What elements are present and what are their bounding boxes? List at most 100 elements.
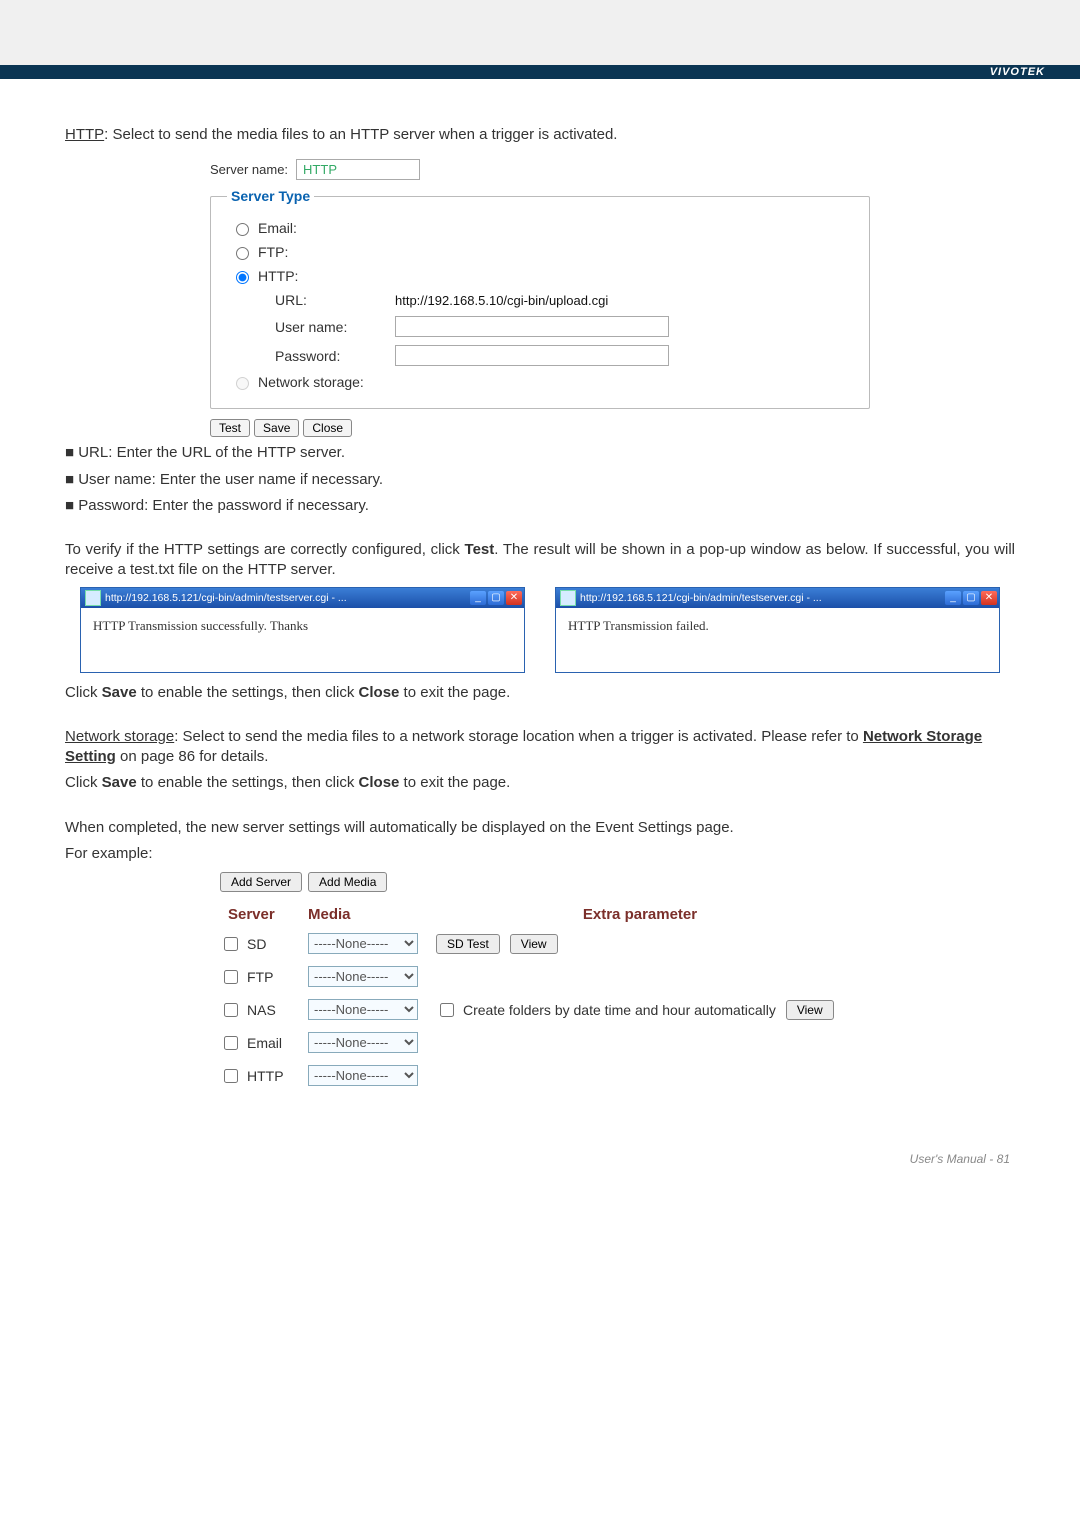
popup-success-titlebar[interactable]: http://192.168.5.121/cgi-bin/admin/tests… bbox=[81, 588, 524, 608]
bullet-url: ■ URL: Enter the URL of the HTTP server. bbox=[65, 443, 1015, 463]
add-media-button[interactable]: Add Media bbox=[308, 872, 387, 892]
password-input[interactable] bbox=[395, 345, 669, 366]
server-name-input[interactable] bbox=[296, 159, 420, 180]
page-header-spacer bbox=[0, 0, 1080, 65]
form-buttons: Test Save Close bbox=[210, 419, 870, 437]
url-label: URL: bbox=[275, 292, 367, 308]
sc-post: to exit the page. bbox=[399, 684, 510, 701]
radio-http-label: HTTP: bbox=[258, 268, 298, 284]
page-footer: User's Manual - 81 bbox=[0, 1122, 1080, 1181]
http-intro-text: : Select to send the media files to an H… bbox=[104, 126, 617, 143]
minimize-icon[interactable]: _ bbox=[945, 591, 961, 605]
http-intro: HTTP: Select to send the media files to … bbox=[65, 125, 1015, 145]
popup-success-title: http://192.168.5.121/cgi-bin/admin/tests… bbox=[105, 592, 466, 604]
save-close-1: Click Save to enable the settings, then … bbox=[65, 683, 1015, 703]
popup-success-body: HTTP Transmission successfully. Thanks bbox=[81, 608, 524, 672]
brand-text: VIVOTEK bbox=[990, 66, 1045, 78]
radio-network-storage-label: Network storage: bbox=[258, 374, 364, 390]
media-select-http[interactable]: -----None----- bbox=[308, 1065, 418, 1086]
media-select-ftp[interactable]: -----None----- bbox=[308, 966, 418, 987]
completed-l2: For example: bbox=[65, 844, 1015, 864]
page-header-bar: VIVOTEK bbox=[0, 65, 1080, 79]
media-select-nas[interactable]: -----None----- bbox=[308, 999, 418, 1020]
footer-text: User's Manual - 81 bbox=[910, 1152, 1010, 1166]
nas-view-button[interactable]: View bbox=[786, 1000, 834, 1020]
bullet-username: ■ User name: Enter the user name if nece… bbox=[65, 470, 1015, 490]
maximize-icon[interactable]: ▢ bbox=[963, 591, 979, 605]
ns-rest1: : Select to send the media files to a ne… bbox=[174, 728, 863, 745]
completed-l1: When completed, the new server settings … bbox=[65, 818, 1015, 838]
radio-http[interactable] bbox=[236, 271, 249, 284]
username-label: User name: bbox=[275, 319, 367, 335]
radio-email[interactable] bbox=[236, 223, 249, 236]
page-content: HTTP: Select to send the media files to … bbox=[0, 79, 1080, 1122]
http-intro-key: HTTP bbox=[65, 126, 104, 143]
username-input[interactable] bbox=[395, 316, 669, 337]
row-name: NAS bbox=[247, 1002, 276, 1018]
server-type-legend: Server Type bbox=[227, 188, 314, 204]
bullet-password: ■ Password: Enter the password if necess… bbox=[65, 496, 1015, 516]
verify-test: Test bbox=[465, 541, 495, 558]
server-name-label: Server name: bbox=[210, 162, 288, 177]
maximize-icon[interactable]: ▢ bbox=[488, 591, 504, 605]
popup-fail-title: http://192.168.5.121/cgi-bin/admin/tests… bbox=[580, 592, 941, 604]
popup-success: http://192.168.5.121/cgi-bin/admin/tests… bbox=[80, 587, 525, 673]
popup-fail-titlebar[interactable]: http://192.168.5.121/cgi-bin/admin/tests… bbox=[556, 588, 999, 608]
save-button[interactable]: Save bbox=[254, 419, 299, 437]
chk-sd[interactable] bbox=[224, 937, 238, 951]
radio-email-label: Email: bbox=[258, 220, 297, 236]
row-name: FTP bbox=[247, 969, 273, 985]
close-icon[interactable]: ✕ bbox=[981, 591, 997, 605]
test-button[interactable]: Test bbox=[210, 419, 250, 437]
sd-test-button[interactable]: SD Test bbox=[436, 934, 500, 954]
server-name-row: Server name: bbox=[210, 155, 870, 188]
sc-mid: to enable the settings, then click bbox=[137, 684, 359, 701]
row-name: SD bbox=[247, 936, 266, 952]
sc-pre: Click bbox=[65, 684, 102, 701]
radio-network-storage[interactable] bbox=[236, 377, 249, 390]
verify-part1: To verify if the HTTP settings are corre… bbox=[65, 541, 465, 558]
table-row: FTP -----None----- bbox=[220, 960, 860, 993]
result-popups: http://192.168.5.121/cgi-bin/admin/tests… bbox=[80, 587, 1000, 673]
chk-nas[interactable] bbox=[224, 1003, 238, 1017]
minimize-icon[interactable]: _ bbox=[470, 591, 486, 605]
server-form: Server name: Server Type Email: FTP: HTT… bbox=[210, 155, 870, 437]
server-type-fieldset: Server Type Email: FTP: HTTP: URL: http:… bbox=[210, 188, 870, 409]
radio-ftp[interactable] bbox=[236, 247, 249, 260]
verify-text: To verify if the HTTP settings are corre… bbox=[65, 540, 1015, 581]
table-row: NAS -----None----- Create folders by dat… bbox=[220, 993, 860, 1026]
event-table-header: Server Media Extra parameter bbox=[220, 902, 860, 927]
sc-save: Save bbox=[102, 684, 137, 701]
add-server-button[interactable]: Add Server bbox=[220, 872, 302, 892]
close-button[interactable]: Close bbox=[303, 419, 352, 437]
network-storage-text: Network storage: Select to send the medi… bbox=[65, 727, 1015, 768]
url-value: http://192.168.5.10/cgi-bin/upload.cgi bbox=[395, 293, 608, 308]
save-close-2: Click Save to enable the settings, then … bbox=[65, 773, 1015, 793]
sc-close: Close bbox=[359, 684, 400, 701]
chk-ftp[interactable] bbox=[224, 970, 238, 984]
row-name: Email bbox=[247, 1035, 282, 1051]
password-label: Password: bbox=[275, 348, 367, 364]
event-settings-example: Add Server Add Media Server Media Extra … bbox=[220, 872, 860, 1092]
page-icon bbox=[560, 590, 576, 606]
popup-fail: http://192.168.5.121/cgi-bin/admin/tests… bbox=[555, 587, 1000, 673]
page-icon bbox=[85, 590, 101, 606]
ns-title: Network storage bbox=[65, 728, 174, 745]
sd-view-button[interactable]: View bbox=[510, 934, 558, 954]
table-row: Email -----None----- bbox=[220, 1026, 860, 1059]
hdr-media: Media bbox=[308, 906, 428, 923]
chk-email[interactable] bbox=[224, 1036, 238, 1050]
popup-fail-body: HTTP Transmission failed. bbox=[556, 608, 999, 672]
chk-nas-auto-folders[interactable] bbox=[440, 1003, 454, 1017]
ns-rest2: on page 86 for details. bbox=[116, 748, 269, 765]
hdr-server: Server bbox=[228, 906, 308, 923]
table-row: SD -----None----- SD Test View bbox=[220, 927, 860, 960]
hdr-extra: Extra parameter bbox=[428, 906, 852, 923]
media-select-email[interactable]: -----None----- bbox=[308, 1032, 418, 1053]
radio-ftp-label: FTP: bbox=[258, 244, 288, 260]
row-name: HTTP bbox=[247, 1068, 284, 1084]
chk-http[interactable] bbox=[224, 1069, 238, 1083]
media-select-sd[interactable]: -----None----- bbox=[308, 933, 418, 954]
nas-auto-folders-label: Create folders by date time and hour aut… bbox=[463, 1002, 776, 1018]
close-icon[interactable]: ✕ bbox=[506, 591, 522, 605]
